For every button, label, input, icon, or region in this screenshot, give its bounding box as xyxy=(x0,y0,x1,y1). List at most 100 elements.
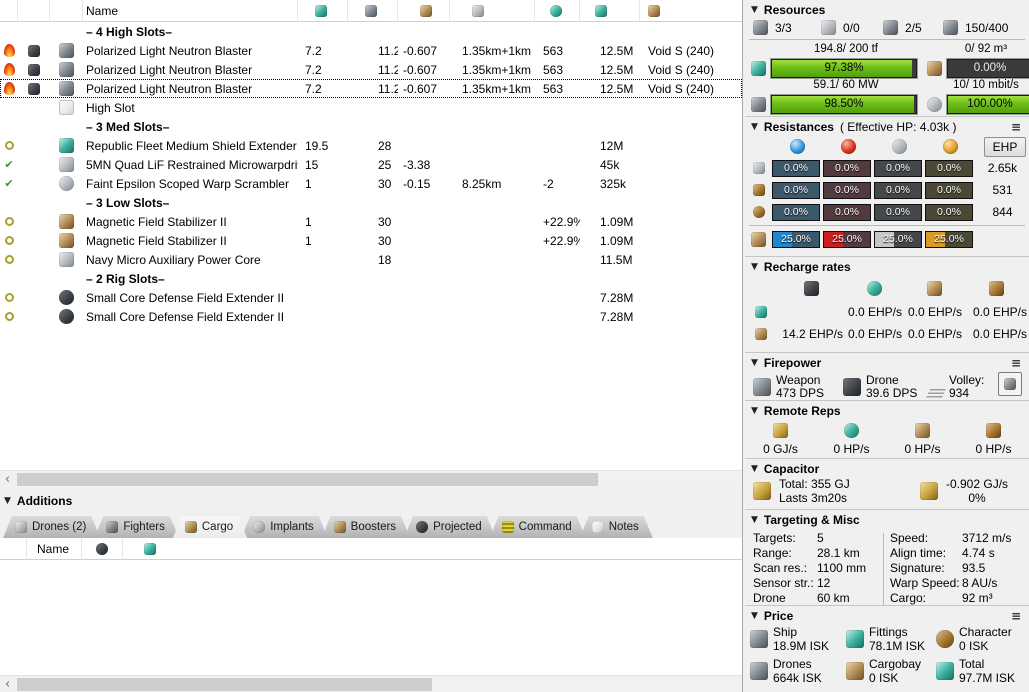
price-column-header[interactable] xyxy=(580,0,640,22)
ehp-toggle-button[interactable]: EHP xyxy=(984,137,1026,157)
cargo-quantity-column-header[interactable] xyxy=(82,538,123,560)
stat-ammo xyxy=(640,288,742,307)
fitting-horizontal-scrollbar[interactable]: ‹ › xyxy=(0,470,742,487)
fit-module-row[interactable]: ✔5MN Quad LiF Restrained Microwarpdrive1… xyxy=(0,155,742,174)
scroll-left-icon[interactable]: ‹ xyxy=(0,677,15,692)
fit-module-row[interactable]: Polarized Light Neutron Blaster7.211.2-0… xyxy=(0,41,742,60)
module-name: Magnetic Field Stabilizer II xyxy=(83,212,298,231)
charge-cell[interactable] xyxy=(18,155,50,174)
targeting-panel: ▼ Targeting & Misc Targets:5Range:28.1 k… xyxy=(745,510,1029,606)
resistances-menu-icon[interactable]: ≡ xyxy=(1011,120,1023,134)
tab-drones-2[interactable]: Drones (2) xyxy=(3,516,100,538)
fit-module-row[interactable]: Magnetic Field Stabilizer II130+22.9%1.0… xyxy=(0,231,742,250)
ammo-column-header[interactable] xyxy=(640,0,742,22)
capacitor-panel: ▼ Capacitor Total: 355 GJ Lasts 3m20s -0… xyxy=(745,459,1029,510)
tab-label: Projected xyxy=(433,521,482,533)
name-column-header[interactable]: Name xyxy=(83,0,298,22)
fit-module-row[interactable]: High Slot xyxy=(0,98,742,117)
module-state-cell[interactable] xyxy=(0,212,18,231)
active-check-icon: ✔ xyxy=(4,177,13,190)
fighters-tab-icon xyxy=(106,521,118,533)
fit-module-row[interactable]: Small Core Defense Field Extender II7.28… xyxy=(0,288,742,307)
additions-section-header[interactable]: ▼ Additions xyxy=(0,488,742,513)
fit-module-row[interactable]: Republic Fleet Medium Shield Extender19.… xyxy=(0,136,742,155)
tab-fighters[interactable]: Fighters xyxy=(94,516,179,538)
scrollbar-thumb[interactable] xyxy=(17,678,432,691)
charge-cell[interactable] xyxy=(18,174,50,193)
module-state-cell[interactable] xyxy=(0,60,18,79)
fit-module-row[interactable]: Polarized Light Neutron Blaster7.211.2-0… xyxy=(0,60,742,79)
charge-cell[interactable] xyxy=(18,307,50,326)
charge-cell[interactable] xyxy=(18,231,50,250)
cargo-state-column-header[interactable] xyxy=(0,538,27,560)
drone-dps-value: 39.6 DPS xyxy=(866,387,917,400)
module-state-cell[interactable] xyxy=(0,231,18,250)
tab-projected[interactable]: Projected xyxy=(404,516,496,538)
module-state-cell[interactable] xyxy=(0,307,18,326)
stat-price: 12M xyxy=(580,136,640,155)
powergrid-column-header[interactable] xyxy=(348,0,398,22)
cargo-horizontal-scrollbar[interactable]: ‹ › xyxy=(0,675,742,692)
charge-cell[interactable] xyxy=(18,98,50,117)
price-menu-icon[interactable]: ≡ xyxy=(1011,609,1023,623)
tab-cargo[interactable]: Cargo xyxy=(173,516,247,538)
stat-range: 1.35km+1km xyxy=(450,41,535,60)
tab-notes[interactable]: Notes xyxy=(580,516,653,538)
stat-range xyxy=(450,212,535,231)
tab-command[interactable]: Command xyxy=(490,516,586,538)
resistances-panel-title[interactable]: ▼ Resistances ( Effective HP: 4.03k ) ≡ xyxy=(745,117,1029,135)
fit-module-row[interactable]: ✔Faint Epsilon Scoped Warp Scrambler130-… xyxy=(0,174,742,193)
charge-cell[interactable] xyxy=(18,79,50,98)
optimal-range-column-header[interactable] xyxy=(450,0,535,22)
remote-reps-panel-title[interactable]: ▼ Remote Reps xyxy=(745,401,1029,419)
recharge-panel-title[interactable]: ▼ Recharge rates xyxy=(745,257,1029,275)
charge-cell[interactable] xyxy=(18,288,50,307)
module-icon-cell xyxy=(50,231,83,250)
firepower-panel-title[interactable]: ▼ Firepower ≡ xyxy=(745,353,1029,371)
charge-cell[interactable] xyxy=(18,41,50,60)
cargo-name-column-header[interactable]: Name xyxy=(27,538,82,560)
cargo-price-column-header[interactable] xyxy=(123,538,177,560)
charge-cell[interactable] xyxy=(18,136,50,155)
cargo-table-header: Name xyxy=(0,538,742,560)
scroll-left-icon[interactable]: ‹ xyxy=(0,472,15,487)
rig-icon xyxy=(59,290,74,305)
stat-powergrid: 30 xyxy=(348,174,398,193)
module-state-cell[interactable]: ✔ xyxy=(0,155,18,174)
module-state-cell[interactable] xyxy=(0,250,18,269)
capacitor-panel-title[interactable]: ▼ Capacitor xyxy=(745,459,1029,477)
charge-cell[interactable] xyxy=(18,212,50,231)
tab-boosters[interactable]: Boosters xyxy=(322,516,410,538)
scrollbar-thumb[interactable] xyxy=(17,473,598,486)
state-column-header[interactable] xyxy=(0,0,18,22)
charge-icon xyxy=(28,83,40,95)
price-panel-title[interactable]: ▼ Price ≡ xyxy=(745,606,1029,624)
cpu-column-header[interactable] xyxy=(298,0,348,22)
module-state-cell[interactable] xyxy=(0,136,18,155)
calibration-icon xyxy=(943,20,958,35)
firepower-menu-icon[interactable]: ≡ xyxy=(1011,356,1023,370)
charge-column-header[interactable] xyxy=(18,0,50,22)
resistances-panel: ▼ Resistances ( Effective HP: 4.03k ) ≡ … xyxy=(745,117,1029,257)
fit-module-row[interactable]: Polarized Light Neutron Blaster7.211.2-0… xyxy=(0,79,742,98)
dps-graph-button[interactable] xyxy=(998,372,1022,396)
module-icon-column-header[interactable] xyxy=(50,0,83,22)
module-state-cell[interactable] xyxy=(0,41,18,60)
tracking-column-header[interactable] xyxy=(535,0,580,22)
resist-value: 0.0% xyxy=(835,184,859,196)
fit-module-row[interactable]: Small Core Defense Field Extender II7.28… xyxy=(0,307,742,326)
capacitor-usage-column-header[interactable] xyxy=(398,0,450,22)
targeting-panel-title[interactable]: ▼ Targeting & Misc xyxy=(745,510,1029,528)
resources-panel-title[interactable]: ▼ Resources xyxy=(745,0,1029,18)
tab-implants[interactable]: Implants xyxy=(241,516,327,538)
charge-cell[interactable] xyxy=(18,250,50,269)
fit-module-row[interactable]: Magnetic Field Stabilizer II130+22.9%1.0… xyxy=(0,212,742,231)
module-state-cell[interactable]: ✔ xyxy=(0,174,18,193)
module-state-cell[interactable] xyxy=(0,79,18,98)
module-state-cell[interactable] xyxy=(0,288,18,307)
calibration-value: 150/400 xyxy=(965,21,1008,35)
recharge-value: 0.0 EHP/s xyxy=(964,327,1029,341)
fit-module-row[interactable]: Navy Micro Auxiliary Power Core1811.5M xyxy=(0,250,742,269)
charge-cell[interactable] xyxy=(18,60,50,79)
module-state-cell[interactable] xyxy=(0,98,18,117)
